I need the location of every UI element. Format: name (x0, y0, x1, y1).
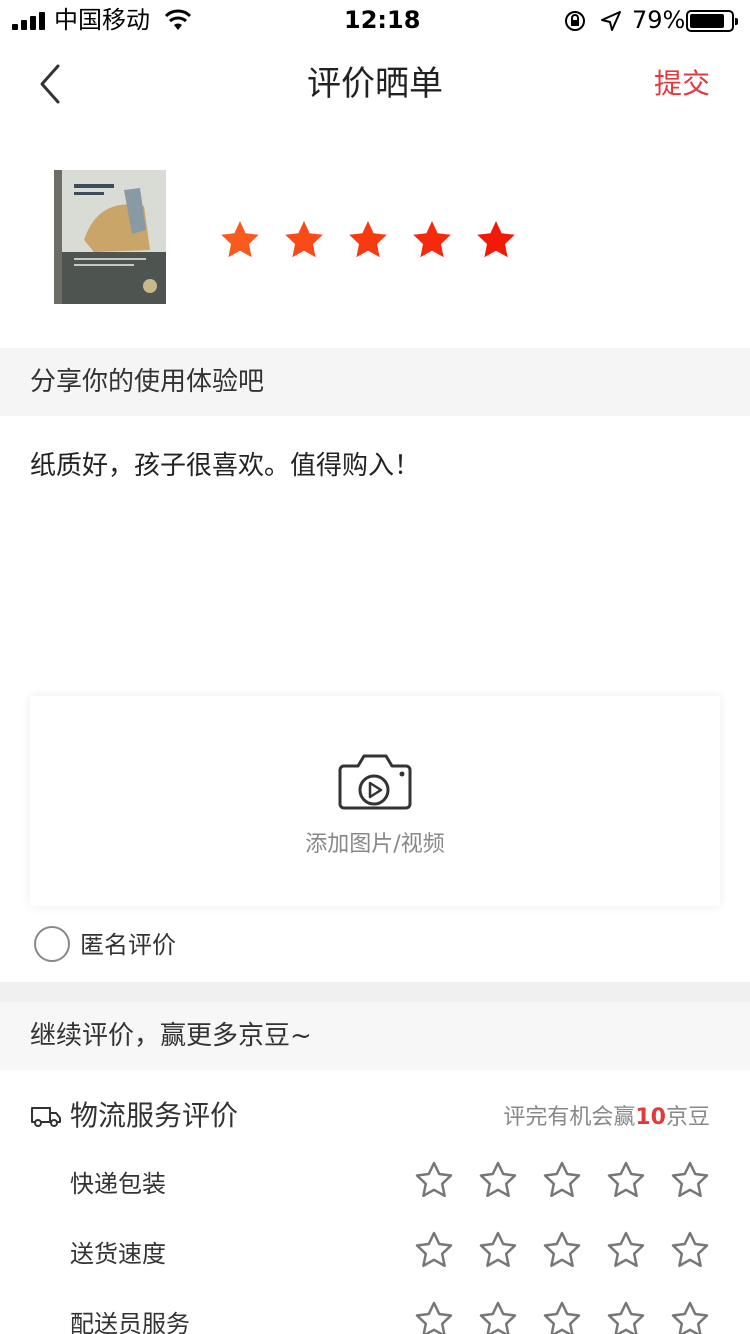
rate-row-packaging: 快递包装 (0, 1160, 750, 1210)
rating-star-1[interactable] (218, 218, 262, 262)
rating-star-outline-3[interactable] (542, 1300, 582, 1334)
review-page: 中国移动 12:18 79% 评价晒单 提交 分享你的使用体验吧 纸质好，孩子很… (0, 0, 750, 1334)
add-media-button[interactable]: 添加图片/视频 (30, 696, 720, 906)
rating-star-outline-5[interactable] (670, 1160, 710, 1200)
carrier-label: 中国移动 (54, 6, 150, 34)
rating-star-outline-1[interactable] (414, 1160, 454, 1200)
section-divider (0, 982, 750, 1002)
rate-row-label: 配送员服务 (70, 1310, 190, 1334)
bean-hint-suffix: 京豆 (665, 1105, 710, 1130)
wifi-icon (164, 9, 192, 30)
add-media-label: 添加图片/视频 (305, 832, 445, 857)
rating-star-outline-5[interactable] (670, 1230, 710, 1270)
bean-hint-number: 10 (635, 1105, 666, 1130)
clock-label: 12:18 (344, 6, 421, 34)
rating-star-outline-2[interactable] (478, 1230, 518, 1270)
rating-star-outline-4[interactable] (606, 1230, 646, 1270)
rating-star-outline-4[interactable] (606, 1300, 646, 1334)
location-arrow-icon (601, 11, 621, 31)
truck-icon (31, 1107, 61, 1127)
orientation-lock-icon (565, 11, 585, 31)
battery-icon (686, 10, 738, 32)
anonymous-radio[interactable] (34, 926, 70, 962)
signal-icon (12, 12, 48, 30)
review-textarea[interactable]: 纸质好，孩子很喜欢。值得购入！ (30, 446, 420, 486)
rate-row-speed: 送货速度 (0, 1230, 750, 1280)
rating-star-outline-5[interactable] (670, 1300, 710, 1334)
battery-percent: 79% (632, 6, 686, 34)
logistics-title: 物流服务评价 (70, 1099, 239, 1132)
camera-video-icon (338, 754, 412, 810)
status-bar: 中国移动 12:18 79% (0, 0, 750, 40)
share-section-label: 分享你的使用体验吧 (30, 367, 265, 397)
anonymous-label[interactable]: 匿名评价 (80, 928, 176, 962)
rate-row-label: 送货速度 (70, 1240, 166, 1268)
rating-star-outline-3[interactable] (542, 1160, 582, 1200)
page-title: 评价晒单 (307, 64, 443, 104)
bean-hint: 评完有机会赢10京豆 (503, 1102, 710, 1134)
rating-star-3[interactable] (346, 218, 390, 262)
rating-star-outline-2[interactable] (478, 1300, 518, 1334)
rate-row-label: 快递包装 (70, 1170, 166, 1198)
rating-star-outline-1[interactable] (414, 1230, 454, 1270)
rating-star-outline-2[interactable] (478, 1160, 518, 1200)
bean-hint-prefix: 评完有机会赢 (503, 1105, 636, 1130)
rating-star-outline-3[interactable] (542, 1230, 582, 1270)
rating-star-5[interactable] (474, 218, 518, 262)
share-section-header: 分享你的使用体验吧 (0, 348, 750, 416)
continue-section-label: 继续评价，赢更多京豆~ (30, 1021, 312, 1051)
rate-row-courier: 配送员服务 (0, 1300, 750, 1334)
submit-button[interactable]: 提交 (654, 62, 710, 106)
product-thumbnail (54, 170, 166, 304)
rating-star-outline-4[interactable] (606, 1160, 646, 1200)
continue-section-header: 继续评价，赢更多京豆~ (0, 1002, 750, 1070)
rating-star-2[interactable] (282, 218, 326, 262)
rating-star-4[interactable] (410, 218, 454, 262)
rating-star-outline-1[interactable] (414, 1300, 454, 1334)
